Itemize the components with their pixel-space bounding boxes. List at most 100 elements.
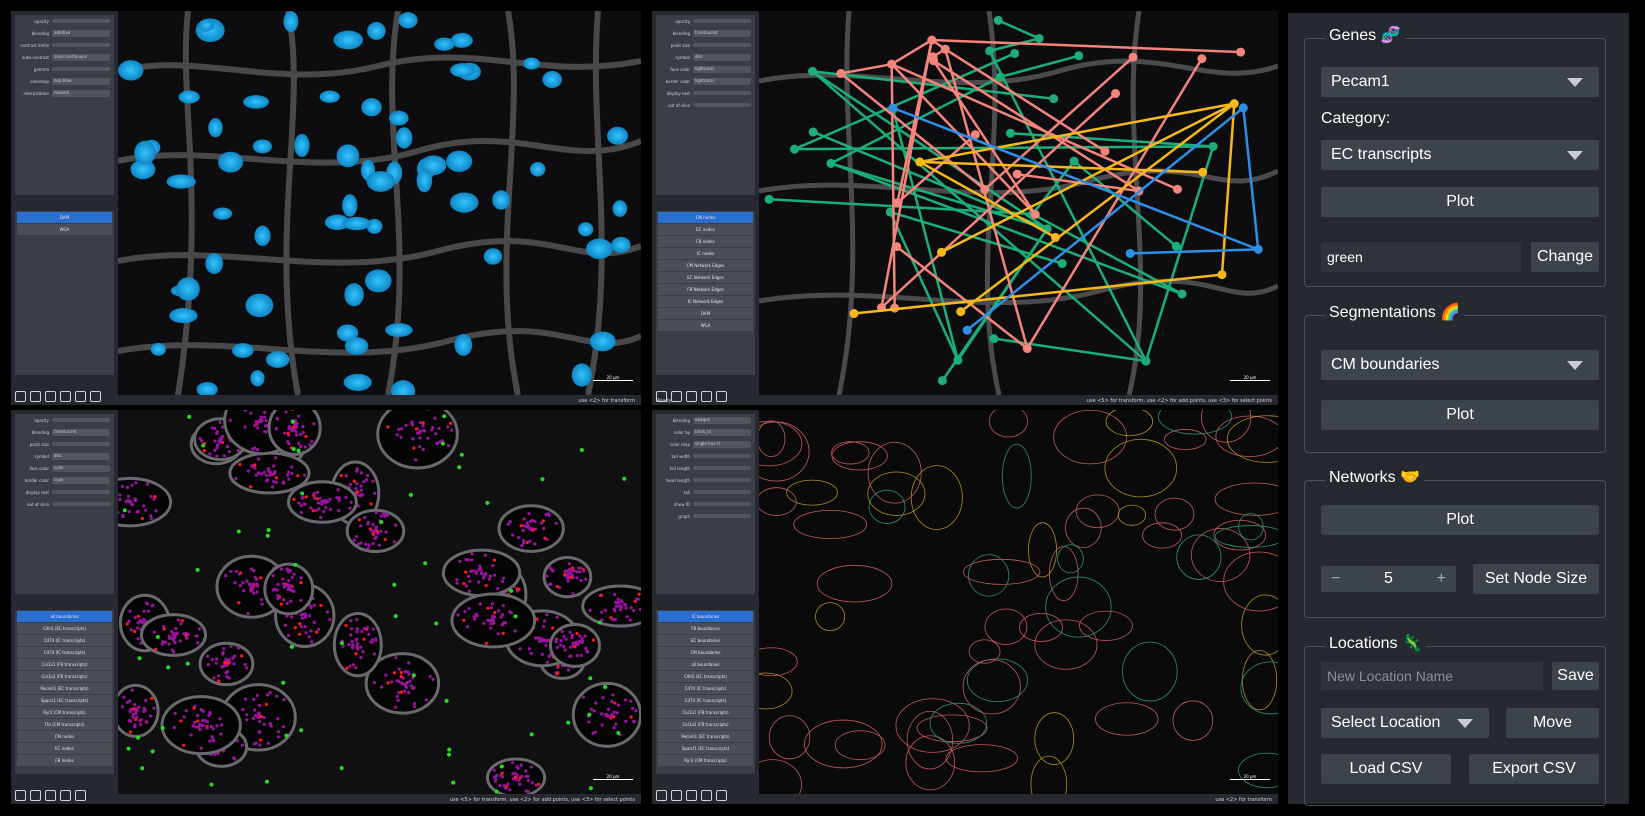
control-value[interactable]: translucent (52, 428, 110, 436)
control-value[interactable] (693, 103, 751, 107)
layer-item[interactable]: EC Network Edges (658, 272, 753, 283)
control-row[interactable]: tail length (656, 462, 755, 474)
control-value[interactable]: bop blue (52, 77, 110, 85)
layer-item[interactable]: Ryr2 (CM transcripts) (658, 755, 753, 766)
layer-item[interactable]: FB nodes (658, 236, 753, 247)
layer-item[interactable]: CM nodes (17, 731, 112, 742)
control-row[interactable]: symbol disc (656, 51, 755, 63)
save-location-button[interactable]: Save (1552, 662, 1599, 690)
layer-item[interactable]: IC boundaries (658, 611, 753, 622)
grid-icon[interactable] (75, 390, 86, 402)
move-button[interactable]: Move (1506, 708, 1599, 738)
control-value[interactable] (693, 19, 751, 23)
control-value[interactable] (693, 43, 751, 47)
control-row[interactable]: opacity (15, 15, 114, 27)
layer-item[interactable]: Col1a2 (FB transcripts) (17, 671, 112, 682)
control-row[interactable]: face color cyan (15, 462, 114, 474)
control-row[interactable]: point size (656, 39, 755, 51)
control-row[interactable]: contrast limits (15, 39, 114, 51)
control-value[interactable]: track_id (693, 428, 751, 436)
segmentations-plot-button[interactable]: Plot (1321, 400, 1599, 430)
control-value[interactable] (693, 514, 751, 518)
layer-item[interactable]: EC nodes (658, 224, 753, 235)
layer-item[interactable]: Col1a2 (FB transcripts) (658, 719, 753, 730)
control-value[interactable]: disc (52, 452, 110, 460)
control-value[interactable] (52, 418, 110, 422)
control-row[interactable]: color map single-hue tl (656, 438, 755, 450)
control-row[interactable]: border color cyan (15, 474, 114, 486)
layer-item[interactable]: WGA (17, 224, 112, 235)
control-value[interactable]: nearest (52, 89, 110, 97)
control-row[interactable]: colormap bop blue (15, 75, 114, 87)
control-row[interactable]: blending translucent (656, 27, 755, 39)
color-input[interactable]: green (1321, 242, 1521, 272)
image-canvas[interactable]: 20 µm (118, 11, 641, 395)
layer-item[interactable]: Col1a1 (FB transcripts) (658, 707, 753, 718)
control-row[interactable]: show ID (656, 498, 755, 510)
grid-icon[interactable] (60, 789, 71, 801)
layer-item[interactable]: Pecam1 (EC transcripts) (17, 683, 112, 694)
control-row[interactable]: tail (656, 486, 755, 498)
decrement-icon[interactable]: − (1331, 570, 1340, 588)
layer-item[interactable]: all boundaries (658, 659, 753, 670)
control-value[interactable]: once continuous (52, 53, 110, 61)
layer-item[interactable]: all boundaries (17, 611, 112, 622)
segmentation-select[interactable]: CM boundaries (1321, 350, 1599, 380)
control-value[interactable]: additive (52, 29, 110, 37)
layer-item[interactable]: DAPI (17, 212, 112, 223)
roll-icon[interactable] (686, 789, 697, 801)
layer-item[interactable]: CM nodes (658, 212, 753, 223)
control-row[interactable]: point size (15, 438, 114, 450)
layer-item[interactable]: Ttn (CM transcripts) (17, 719, 112, 730)
roll-icon[interactable] (45, 390, 56, 402)
layer-item[interactable]: Cd74 (IC transcripts) (658, 695, 753, 706)
control-value[interactable] (52, 490, 110, 494)
layer-item[interactable]: DAPI (658, 308, 753, 319)
ndisplay-icon[interactable] (671, 390, 682, 402)
control-value[interactable] (52, 43, 110, 47)
network-canvas[interactable]: 20 µm (759, 11, 1278, 395)
layer-item[interactable]: EC boundaries (658, 635, 753, 646)
control-value[interactable] (693, 502, 751, 506)
change-color-button[interactable]: Change (1531, 242, 1599, 272)
export-csv-button[interactable]: Export CSV (1469, 754, 1599, 784)
grid-icon[interactable] (701, 789, 712, 801)
console-icon[interactable] (656, 789, 667, 801)
control-value[interactable]: single-hue tl (693, 440, 751, 448)
genes-plot-button[interactable]: Plot (1321, 187, 1599, 217)
boundaries-canvas[interactable]: 20 µm (759, 410, 1278, 794)
control-row[interactable]: head length (656, 474, 755, 486)
control-value[interactable]: lightcoral (693, 65, 751, 73)
roll-icon[interactable] (45, 789, 56, 801)
control-value[interactable] (52, 67, 110, 71)
control-value[interactable]: opaque (693, 416, 751, 424)
layer-item[interactable]: Cd74 (IC transcripts) (17, 635, 112, 646)
control-row[interactable]: graph (656, 510, 755, 522)
control-row[interactable]: interpolation nearest (15, 87, 114, 99)
control-row[interactable]: opacity (656, 15, 755, 27)
layer-item[interactable]: FB nodes (17, 755, 112, 766)
layer-item[interactable]: Ryr2 (CM transcripts) (17, 707, 112, 718)
control-value[interactable]: cyan (52, 464, 110, 472)
control-row[interactable]: display text (656, 87, 755, 99)
layer-item[interactable]: Cdh5 (EC transcripts) (658, 671, 753, 682)
home-icon[interactable] (716, 789, 727, 801)
layer-item[interactable]: IC Network Edges (658, 296, 753, 307)
control-value[interactable] (52, 442, 110, 446)
control-value[interactable] (693, 478, 751, 482)
console-icon[interactable] (15, 789, 26, 801)
control-value[interactable] (693, 490, 751, 494)
transcripts-canvas[interactable]: 20 µm (118, 410, 641, 794)
ndisplay-icon[interactable] (30, 789, 41, 801)
control-value[interactable]: lightcoral (693, 77, 751, 85)
control-row[interactable]: symbol disc (15, 450, 114, 462)
control-row[interactable]: border color lightcoral (656, 75, 755, 87)
layer-item[interactable]: WGA (658, 320, 753, 331)
ndisplay-icon[interactable] (671, 789, 682, 801)
control-value[interactable] (693, 91, 751, 95)
control-value[interactable]: translucent (693, 29, 751, 37)
layer-item[interactable]: Cdh5 (EC transcripts) (17, 623, 112, 634)
layer-item[interactable]: Cd74 (IC transcripts) (658, 683, 753, 694)
home-icon[interactable] (716, 390, 727, 402)
transpose-icon[interactable] (60, 390, 71, 402)
